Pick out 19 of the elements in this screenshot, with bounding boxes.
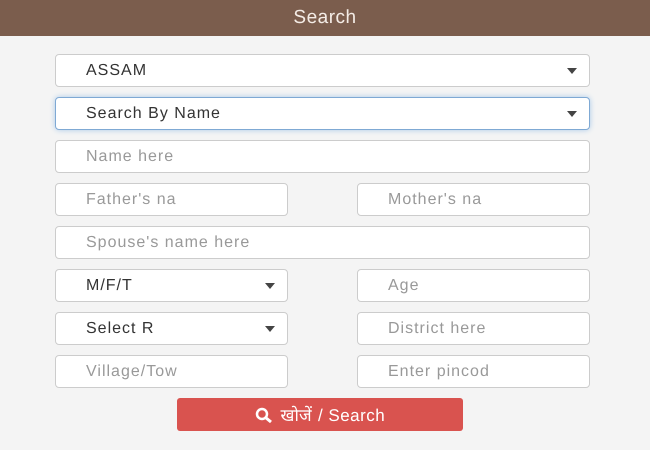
input-field[interactable]: Age <box>357 269 590 302</box>
input-field[interactable]: Spouse's name here <box>55 226 590 259</box>
input-field[interactable]: Father's na <box>55 183 288 216</box>
input-field[interactable]: Name here <box>55 140 590 173</box>
caret-icon <box>567 110 577 116</box>
dropdown[interactable]: Search By Name <box>55 97 590 130</box>
caret-icon <box>265 282 275 288</box>
search-button[interactable]: खोजें / Search <box>177 398 463 431</box>
caret-icon <box>265 326 275 332</box>
caret-icon <box>567 68 577 74</box>
page-title: Search <box>293 7 357 29</box>
dropdown[interactable]: Select R <box>55 312 288 345</box>
dropdown[interactable]: ASSAM <box>55 54 590 87</box>
input-field[interactable]: Enter pincod <box>357 355 590 388</box>
search-icon <box>254 406 273 422</box>
input-field[interactable]: Village/Tow <box>55 355 288 388</box>
dropdown[interactable]: M/F/T <box>55 269 288 302</box>
input-field[interactable]: District here <box>357 312 590 345</box>
input-field[interactable]: Mother's na <box>357 183 590 216</box>
